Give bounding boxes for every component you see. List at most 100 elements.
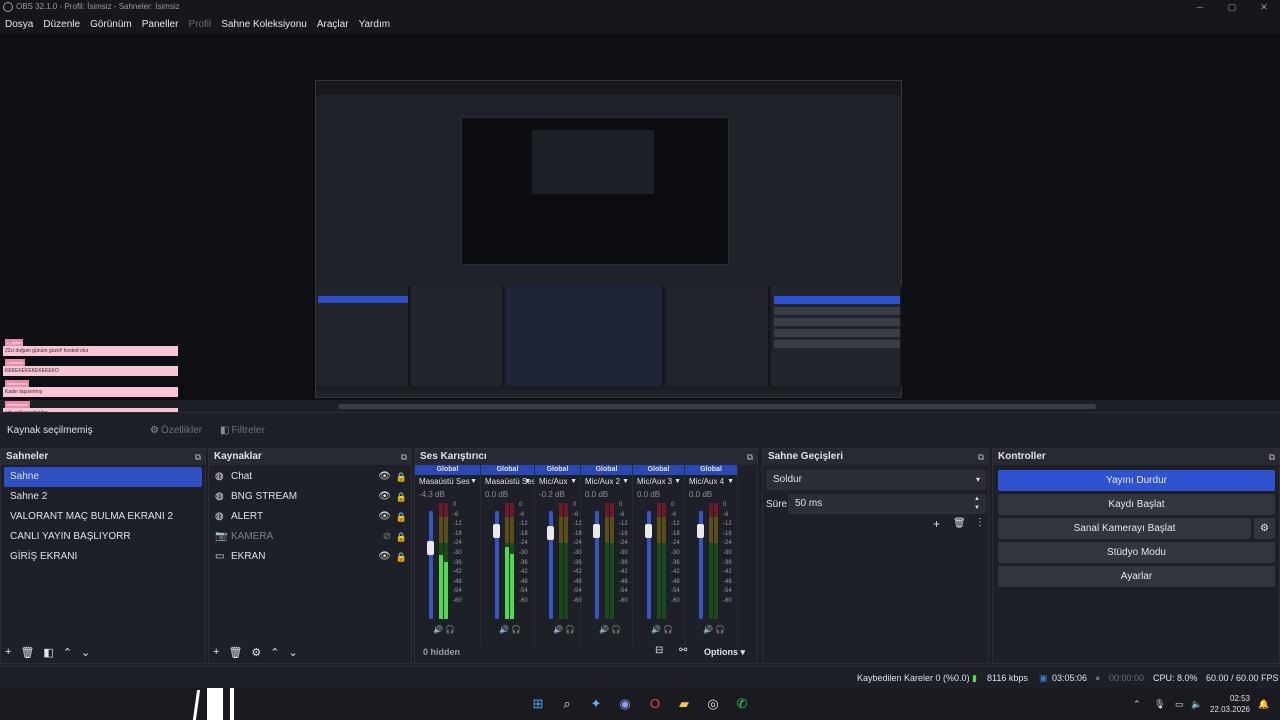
close-button[interactable]: ✕ <box>1248 0 1280 14</box>
speaker-icon[interactable]: 🔊 <box>433 625 443 634</box>
maximize-button[interactable]: ▢ <box>1216 0 1248 14</box>
start-record-button[interactable]: Kaydı Başlat <box>998 494 1275 515</box>
channel-name[interactable]: Mic/Aux 3 ▼ <box>633 475 684 489</box>
chevron-up-icon[interactable]: ⌃ <box>1133 688 1141 720</box>
file-explorer-icon[interactable]: ▰ <box>674 694 694 714</box>
more-options-icon[interactable]: ⋮ <box>975 517 985 528</box>
move-down-icon[interactable]: ⌄ <box>289 646 298 659</box>
lock-icon[interactable]: 🔒 <box>396 487 407 507</box>
menu-sahne-koleksiyonu[interactable]: Sahne Koleksiyonu <box>221 19 307 30</box>
opera-icon[interactable]: O <box>645 694 665 714</box>
headphones-icon[interactable]: 🎧 <box>445 625 455 634</box>
headphones-icon[interactable]: 🎧 <box>611 625 621 634</box>
headphones-icon[interactable]: 🎧 <box>715 625 725 634</box>
preview-area[interactable]: c_bjdtwl 22ci doğum günüm güzel! hosted … <box>0 34 1280 418</box>
undock-icon[interactable]: ⧉ <box>1269 449 1275 465</box>
headphones-icon[interactable]: 🎧 <box>663 625 673 634</box>
move-down-icon[interactable]: ⌄ <box>81 646 90 659</box>
headphones-icon[interactable]: 🎧 <box>565 625 575 634</box>
speaker-icon[interactable]: 🔊 <box>499 625 509 634</box>
menu-dosya[interactable]: Dosya <box>5 19 33 30</box>
mic-icon[interactable]: 🎙 <box>1154 688 1165 720</box>
search-icon[interactable]: ⌕ <box>557 694 577 714</box>
source-item-alert[interactable]: ◍ ALERT 👁 🔒 <box>209 507 411 527</box>
source-item-kamera[interactable]: 📷 KAMERA ⊘ 🔒 <box>209 527 411 547</box>
menu-paneller[interactable]: Paneller <box>142 19 179 30</box>
undock-icon[interactable]: ⧉ <box>747 449 753 465</box>
channel-name[interactable]: Mic/Aux ▼ <box>535 475 580 489</box>
menu-gorunum[interactable]: Görünüm <box>90 19 132 30</box>
notification-icon[interactable]: 🔔 <box>1258 688 1269 720</box>
eye-icon[interactable]: 👁 <box>378 487 391 507</box>
volume-fader-handle[interactable] <box>427 541 434 556</box>
gear-icon[interactable]: ⚙ <box>251 646 261 659</box>
menu-duzenle[interactable]: Düzenle <box>43 19 80 30</box>
scene-item[interactable]: Sahne <box>4 467 202 487</box>
lock-icon[interactable]: 🔒 <box>396 527 407 547</box>
speaker-icon[interactable]: 🔊 <box>553 625 563 634</box>
volume-fader-handle[interactable] <box>493 523 500 538</box>
channel-name[interactable]: Masaüstü Ses 2▼ <box>481 475 534 489</box>
speaker-icon[interactable]: 🔊 <box>703 625 713 634</box>
lock-icon[interactable]: 🔒 <box>396 467 407 487</box>
discord-icon[interactable]: ◉ <box>615 694 635 714</box>
channel-name[interactable]: Masaüstü Ses ▼ <box>415 475 480 489</box>
remove-scene-icon[interactable]: 🗑 <box>20 646 34 659</box>
channel-name[interactable]: Mic/Aux 2 ▼ <box>581 475 632 489</box>
volume-fader-track[interactable] <box>429 511 433 619</box>
menu-araclar[interactable]: Araçlar <box>317 19 349 30</box>
eye-hidden-icon[interactable]: ⊘ <box>383 527 391 547</box>
scene-item[interactable]: GİRİŞ EKRANI <box>4 547 202 567</box>
virtual-camera-settings-button[interactable]: ⚙ <box>1254 518 1275 539</box>
preview-horizontal-scrollbar[interactable] <box>338 404 1096 409</box>
channel-name[interactable]: Mic/Aux 4 ▼ <box>685 475 737 489</box>
undock-icon[interactable]: ⧉ <box>978 449 984 465</box>
app-icon[interactable]: ✦ <box>586 694 606 714</box>
spin-icon[interactable]: ▲ ▼ <box>974 495 980 513</box>
menu-yardim[interactable]: Yardım <box>359 19 391 30</box>
taskbar-clock[interactable]: 02:53 22.03.2026 <box>1210 693 1250 715</box>
filter-icon[interactable]: ◧ <box>43 646 53 659</box>
eye-icon[interactable]: 👁 <box>378 467 391 487</box>
move-up-icon[interactable]: ⌃ <box>63 646 72 659</box>
add-transition-icon[interactable]: + <box>933 517 940 531</box>
speaker-icon[interactable]: 🔊 <box>599 625 609 634</box>
duration-spinbox[interactable]: 50 ms ▲ ▼ <box>788 494 986 514</box>
link-icon[interactable]: ⚯ <box>679 645 687 656</box>
eye-icon[interactable]: 👁 <box>378 507 391 527</box>
layout-icon[interactable]: ⊟ <box>655 645 663 656</box>
whatsapp-icon[interactable]: ✆ <box>732 694 752 714</box>
source-item-ekran[interactable]: ▭ EKRAN 👁 🔒 <box>209 547 411 567</box>
remove-source-icon[interactable]: 🗑 <box>228 646 242 659</box>
undock-icon[interactable]: ⧉ <box>195 449 201 465</box>
virtual-camera-button[interactable]: Sanal Kamerayı Başlat <box>998 518 1251 539</box>
options-button[interactable]: Options ▾ <box>704 647 745 658</box>
eye-icon[interactable]: 👁 <box>378 547 391 567</box>
windows-start-icon[interactable]: ⊞ <box>528 694 548 714</box>
scene-item[interactable]: VALORANT MAÇ BULMA EKRANI 2 <box>4 507 202 527</box>
filters-button[interactable]: ◧ Filtreler <box>216 421 272 441</box>
lock-icon[interactable]: 🔒 <box>396 507 407 527</box>
volume-fader-handle[interactable] <box>547 526 554 541</box>
move-up-icon[interactable]: ⌃ <box>270 646 279 659</box>
menu-profil[interactable]: Profil <box>188 19 211 30</box>
network-icon[interactable]: ▭ <box>1175 688 1184 720</box>
volume-icon[interactable]: 🔈 <box>1191 688 1202 720</box>
volume-fader-handle[interactable] <box>645 523 652 538</box>
scene-item[interactable]: Sahne 2 <box>4 487 202 507</box>
add-scene-icon[interactable]: + <box>5 646 11 658</box>
remove-transition-icon[interactable]: 🗑 <box>953 518 966 529</box>
undock-icon[interactable]: ⧉ <box>401 449 407 465</box>
add-source-icon[interactable]: + <box>213 646 219 658</box>
volume-fader-handle[interactable] <box>697 523 704 538</box>
headphones-icon[interactable]: 🎧 <box>511 625 521 634</box>
volume-fader-handle[interactable] <box>593 523 600 538</box>
speaker-icon[interactable]: 🔊 <box>651 625 661 634</box>
transition-select[interactable]: Soldur ▾ <box>766 470 986 490</box>
minimize-button[interactable]: ─ <box>1184 0 1216 14</box>
source-item-chat[interactable]: ◍ Chat 👁 🔒 <box>209 467 411 487</box>
source-item-bng-stream[interactable]: ◍ BNG STREAM 👁 🔒 <box>209 487 411 507</box>
stop-stream-button[interactable]: Yayını Durdur <box>998 470 1275 491</box>
settings-button[interactable]: Ayarlar <box>998 566 1275 587</box>
lock-icon[interactable]: 🔒 <box>396 547 407 567</box>
